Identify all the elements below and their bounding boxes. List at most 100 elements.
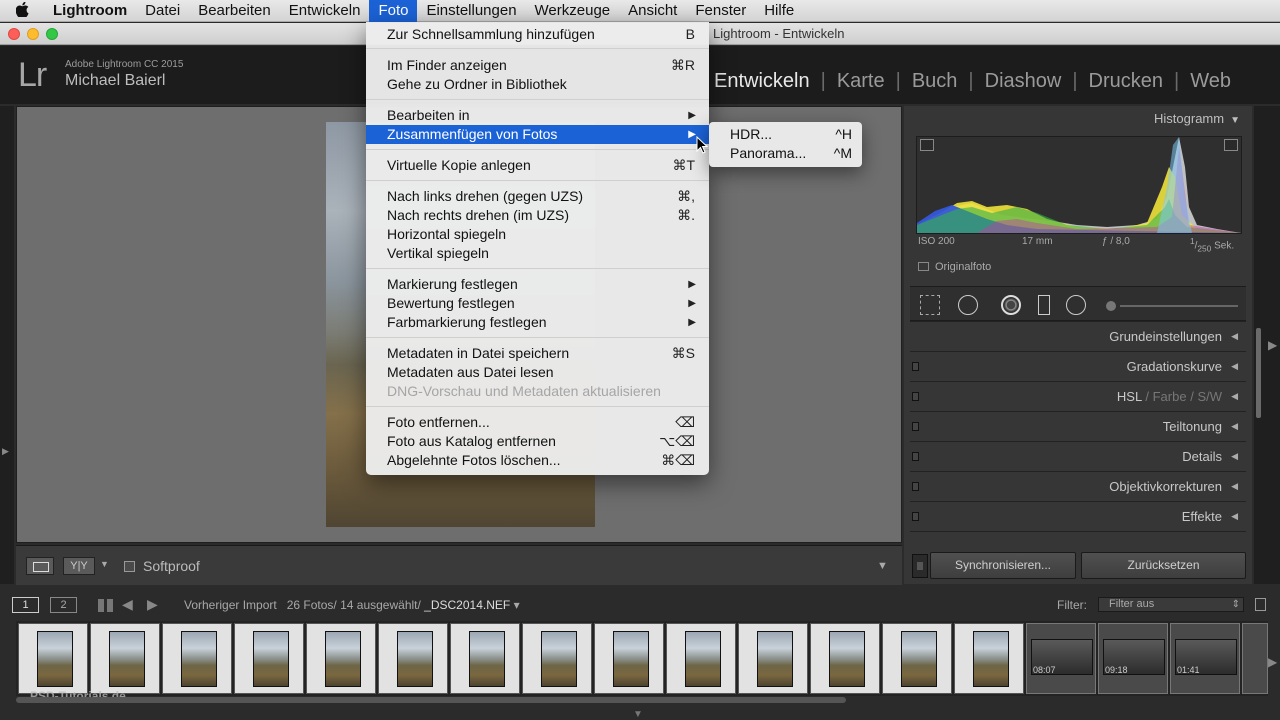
menu-item-foto-entfernen[interactable]: Foto entfernen... ⌫ — [366, 413, 709, 432]
filter-select[interactable]: Filter aus — [1098, 597, 1244, 612]
filmstrip-right-arrow-icon[interactable]: ▶ — [1268, 655, 1277, 669]
menu-item-markierung[interactable]: Markierung festlegen ▶ — [366, 275, 709, 294]
filter-lock-icon[interactable] — [1255, 598, 1266, 611]
menu-item-schnellsammlung[interactable]: Zur Schnellsammlung hinzufügen B — [366, 25, 709, 44]
filmstrip-thumbnail[interactable] — [1242, 623, 1268, 694]
radial-filter-icon[interactable] — [1066, 295, 1086, 315]
tool-slider[interactable] — [1120, 305, 1238, 307]
histogram-header[interactable]: Histogramm ▼ — [1154, 111, 1240, 126]
minimize-window-button[interactable] — [27, 28, 39, 40]
collapse-icon[interactable]: ◀ — [1231, 391, 1238, 402]
menu-item-virtuelle-kopie[interactable]: Virtuelle Kopie anlegen ⌘T — [366, 156, 709, 175]
menu-hilfe[interactable]: Hilfe — [755, 0, 803, 22]
menu-lightroom[interactable]: Lightroom — [44, 0, 136, 22]
arrow-left-icon[interactable]: ◀ — [122, 596, 133, 613]
toolbar-menu-icon[interactable]: ▼ — [877, 560, 888, 572]
panel-details[interactable]: Details ◀ — [910, 441, 1246, 470]
highlight-clipping-button[interactable] — [1224, 139, 1238, 151]
red-eye-icon[interactable] — [1001, 295, 1021, 315]
filmstrip-scrollbar[interactable] — [16, 697, 846, 703]
filmstrip-thumbnail[interactable] — [378, 623, 448, 694]
menu-einstellungen[interactable]: Einstellungen — [417, 0, 525, 22]
menu-werkzeuge[interactable]: Werkzeuge — [526, 0, 620, 22]
menu-ansicht[interactable]: Ansicht — [619, 0, 686, 22]
original-photo-checkbox[interactable] — [918, 262, 929, 271]
filmstrip-thumbnail[interactable] — [234, 623, 304, 694]
adjustment-brush-icon[interactable] — [1106, 301, 1116, 311]
panel-switch[interactable] — [912, 392, 919, 401]
tab-hsl[interactable]: HSL — [1117, 389, 1142, 404]
menu-item-rechts-drehen[interactable]: Nach rechts drehen (im UZS) ⌘. — [366, 206, 709, 225]
menu-item-farbmarkierung[interactable]: Farbmarkierung festlegen ▶ — [366, 313, 709, 332]
second-window-button[interactable]: 2 — [50, 597, 77, 613]
synchronize-button[interactable]: Synchronisieren... — [930, 552, 1076, 579]
panel-gradationskurve[interactable]: Gradationskurve ◀ — [910, 351, 1246, 380]
right-panel-edge[interactable]: ▶ — [1254, 106, 1280, 584]
menu-item-aus-katalog-entfernen[interactable]: Foto aus Katalog entfernen ⌥⌫ — [366, 432, 709, 451]
submenu-item-panorama[interactable]: Panorama... ^M — [709, 144, 862, 163]
module-diashow[interactable]: Diashow — [977, 70, 1070, 93]
menu-item-links-drehen[interactable]: Nach links drehen (gegen UZS) ⌘, — [366, 187, 709, 206]
spot-removal-icon[interactable] — [958, 295, 978, 315]
module-buch[interactable]: Buch — [904, 70, 966, 93]
apple-icon[interactable] — [0, 1, 44, 20]
filmstrip-thumbnail[interactable] — [666, 623, 736, 694]
collapse-icon[interactable]: ▼ — [1230, 115, 1240, 126]
submenu-item-hdr[interactable]: HDR... ^H — [709, 125, 862, 144]
menu-item-finder[interactable]: Im Finder anzeigen ⌘R — [366, 56, 709, 75]
filmstrip-thumbnail[interactable] — [450, 623, 520, 694]
filmstrip-thumbnail[interactable] — [810, 623, 880, 694]
chevron-down-icon[interactable]: ▾ — [514, 598, 520, 612]
chevron-down-icon[interactable]: ▼ — [100, 559, 109, 569]
menu-foto[interactable]: Foto — [369, 0, 418, 22]
filmstrip-thumbnail[interactable] — [882, 623, 952, 694]
histogram[interactable] — [916, 136, 1242, 234]
collapse-icon[interactable]: ◀ — [1231, 511, 1238, 522]
panel-effekte[interactable]: Effekte ◀ — [910, 501, 1246, 530]
filmstrip-thumbnail[interactable] — [954, 623, 1024, 694]
menu-item-bearbeiten-in[interactable]: Bearbeiten in ▶ — [366, 106, 709, 125]
reset-button[interactable]: Zurücksetzen — [1081, 552, 1246, 579]
collapse-icon[interactable]: ◀ — [1231, 331, 1238, 342]
filmstrip-thumbnail[interactable]: 09:18 — [1098, 623, 1168, 694]
collapse-filmstrip-icon[interactable]: ▼ — [633, 709, 643, 720]
menu-item-metadaten-speichern[interactable]: Metadaten in Datei speichern ⌘S — [366, 344, 709, 363]
grid-view-icon[interactable] — [98, 599, 113, 612]
panel-switch[interactable] — [912, 452, 919, 461]
module-karte[interactable]: Karte — [829, 70, 893, 93]
panel-switch[interactable] — [912, 512, 919, 521]
menu-datei[interactable]: Datei — [136, 0, 189, 22]
panel-objektivkorrekturen[interactable]: Objektivkorrekturen ◀ — [910, 471, 1246, 500]
zoom-window-button[interactable] — [46, 28, 58, 40]
graduated-filter-icon[interactable] — [1038, 295, 1050, 315]
filmstrip-thumbnail[interactable]: 08:07 — [1026, 623, 1096, 694]
filmstrip-thumbnail[interactable] — [90, 623, 160, 694]
expand-left-panel-icon[interactable]: ▶ — [2, 446, 9, 457]
menu-item-zusammenfuegen[interactable]: Zusammenfügen von Fotos ▶ — [366, 125, 709, 144]
module-drucken[interactable]: Drucken — [1081, 70, 1171, 93]
panel-teiltonung[interactable]: Teiltonung ◀ — [910, 411, 1246, 440]
collapse-icon[interactable]: ◀ — [1231, 481, 1238, 492]
filmstrip-thumbnail[interactable] — [522, 623, 592, 694]
filmstrip-thumbnail[interactable] — [306, 623, 376, 694]
filmstrip-thumbnail[interactable]: 01:41 — [1170, 623, 1240, 694]
tab-sw[interactable]: S/W — [1197, 389, 1222, 404]
filmstrip-thumbnail[interactable] — [18, 623, 88, 694]
menu-item-metadaten-lesen[interactable]: Metadaten aus Datei lesen — [366, 363, 709, 382]
menu-item-vertikal-spiegeln[interactable]: Vertikal spiegeln — [366, 244, 709, 263]
filmstrip[interactable]: 08:07 09:18 01:41 — [16, 621, 1268, 696]
main-window-button[interactable]: 1 — [12, 597, 39, 613]
collapse-icon[interactable]: ◀ — [1231, 421, 1238, 432]
menu-item-horizontal-spiegeln[interactable]: Horizontal spiegeln — [366, 225, 709, 244]
left-panel-collapsed[interactable]: ▶ — [0, 106, 14, 584]
collapse-right-panel-icon[interactable]: ▶ — [1268, 338, 1277, 352]
filmstrip-thumbnail[interactable] — [594, 623, 664, 694]
filmstrip-thumbnail[interactable] — [738, 623, 808, 694]
crop-tool-icon[interactable] — [920, 295, 940, 315]
menu-fenster[interactable]: Fenster — [686, 0, 755, 22]
module-web[interactable]: Web — [1182, 70, 1239, 93]
panel-switch[interactable] — [912, 422, 919, 431]
before-after-button[interactable]: Y|Y — [63, 557, 95, 575]
menu-item-bewertung[interactable]: Bewertung festlegen ▶ — [366, 294, 709, 313]
panel-scrollbar[interactable] — [1256, 328, 1261, 418]
